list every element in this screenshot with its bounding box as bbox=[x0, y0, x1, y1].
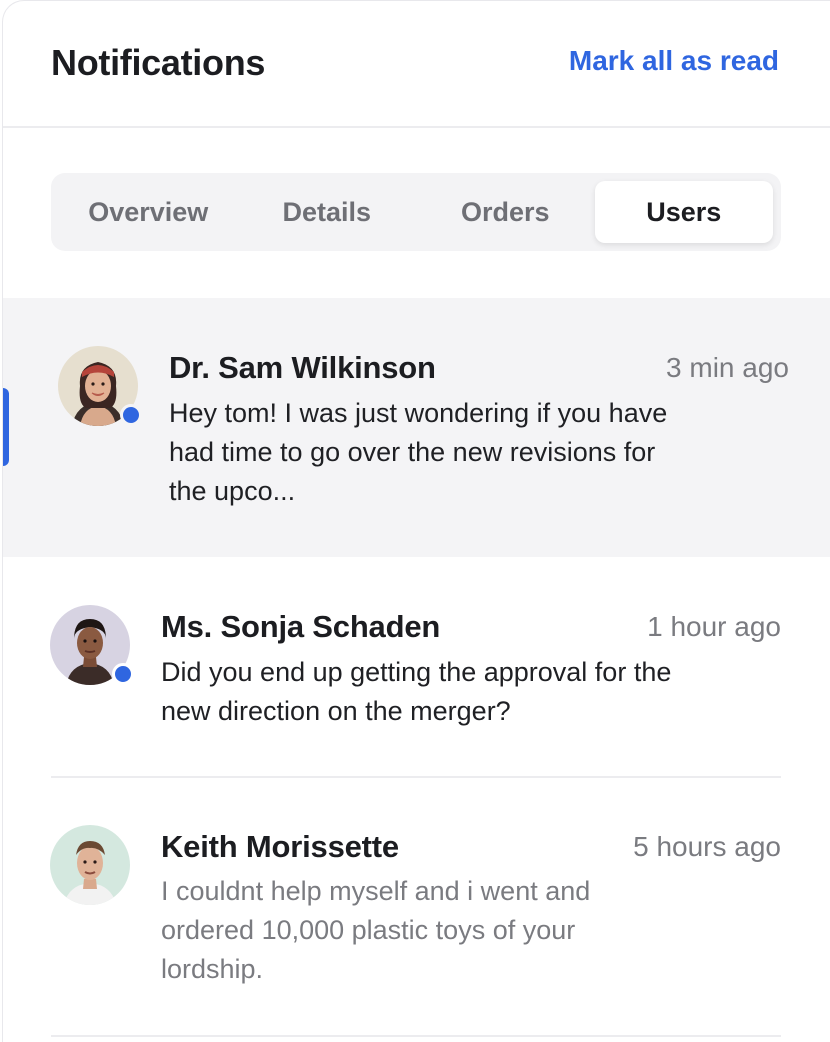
item-divider bbox=[51, 1035, 781, 1037]
page-title: Notifications bbox=[51, 42, 266, 83]
notification-sender: Ms. Sonja Schaden bbox=[161, 609, 441, 644]
notification-sender: Keith Morissette bbox=[161, 829, 399, 864]
tab-orders[interactable]: Orders bbox=[416, 181, 595, 243]
panel-header: Notifications Mark all as read bbox=[3, 1, 830, 128]
notification-item-sonja-schaden[interactable]: Ms. Sonja Schaden 1 hour ago Did you end… bbox=[3, 557, 830, 778]
unread-dot bbox=[120, 404, 142, 426]
tab-details[interactable]: Details bbox=[238, 181, 417, 243]
tab-users[interactable]: Users bbox=[594, 181, 773, 243]
tab-bar: Overview Details Orders Users bbox=[51, 173, 781, 251]
tab-overview[interactable]: Overview bbox=[59, 181, 238, 243]
avatar bbox=[58, 346, 142, 426]
notification-message: Did you end up getting the approval for … bbox=[161, 657, 672, 726]
notification-time: 1 hour ago bbox=[647, 611, 781, 642]
avatar-image bbox=[50, 825, 130, 905]
notification-list: Dr. Sam Wilkinson 3 min ago Hey tom! I w… bbox=[3, 298, 830, 1037]
selected-indicator bbox=[3, 388, 9, 466]
notification-sender: Dr. Sam Wilkinson bbox=[169, 350, 436, 385]
mark-all-read-button[interactable]: Mark all as read bbox=[569, 45, 779, 77]
avatar bbox=[50, 605, 134, 685]
unread-dot bbox=[112, 663, 134, 685]
notification-time: 5 hours ago bbox=[633, 831, 781, 862]
notification-item-keith-morissette[interactable]: Keith Morissette 5 hours ago I couldnt h… bbox=[3, 777, 830, 1037]
notification-message: Hey tom! I was just wondering if you hav… bbox=[169, 398, 668, 506]
notifications-panel: Notifications Mark all as read Overview … bbox=[2, 0, 830, 1042]
avatar bbox=[50, 825, 130, 905]
notification-message: I couldnt help myself and i went and ord… bbox=[161, 876, 591, 984]
notification-item-sam-wilkinson[interactable]: Dr. Sam Wilkinson 3 min ago Hey tom! I w… bbox=[3, 298, 830, 557]
notification-time: 3 min ago bbox=[666, 352, 789, 383]
